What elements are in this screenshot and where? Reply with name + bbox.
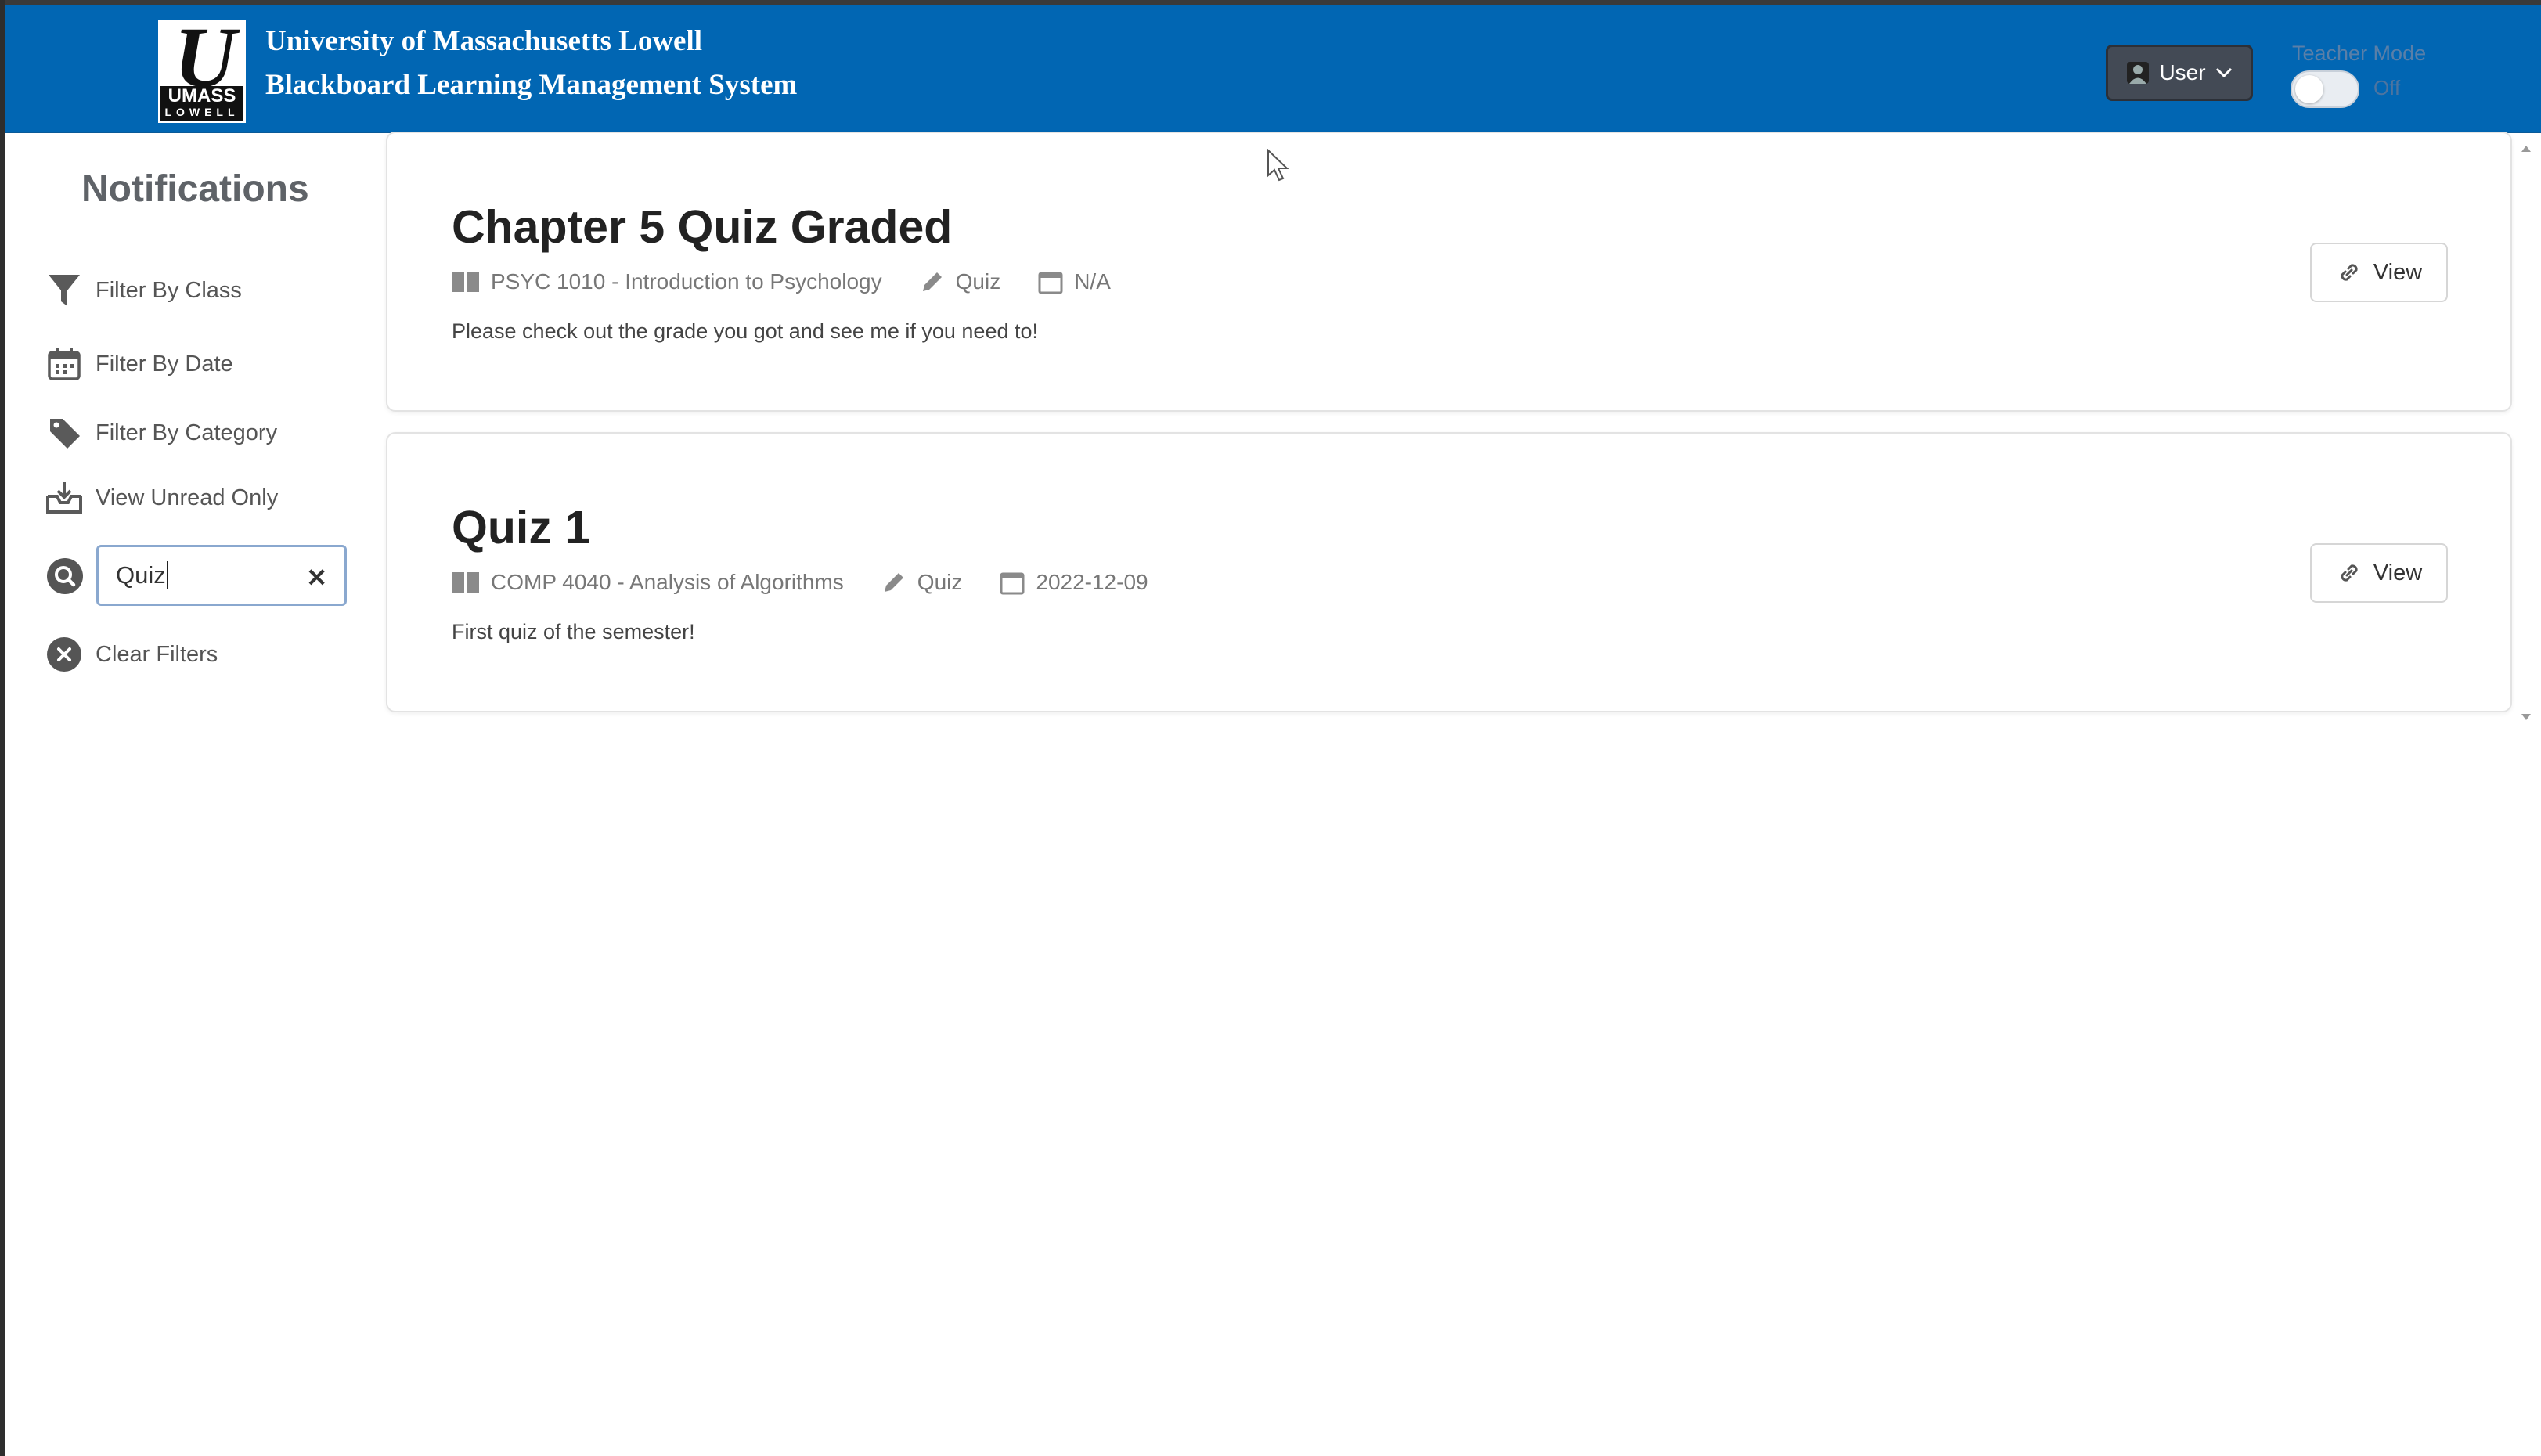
notification-category: Quiz xyxy=(955,269,1001,294)
link-icon xyxy=(2341,264,2358,281)
header-title-line1: University of Massachusetts Lowell xyxy=(265,25,703,57)
teacher-mode-label: Teacher Mode xyxy=(2292,41,2427,65)
book-icon xyxy=(452,272,479,292)
app-header: U UMASS LOWELL University of Massachusett… xyxy=(5,5,2541,133)
calendar-icon xyxy=(1038,272,1063,294)
notification-date: 2022-12-09 xyxy=(1036,570,1148,594)
view-button[interactable]: View xyxy=(2310,243,2448,302)
book-icon xyxy=(452,572,479,593)
clear-search-icon[interactable]: ✕ xyxy=(306,563,327,593)
pencil-icon xyxy=(884,573,903,592)
notification-meta: COMP 4040 - Analysis of Algorithms Quiz … xyxy=(452,570,1186,595)
teacher-mode-state: Off xyxy=(2373,76,2401,99)
content-scrollbar[interactable] xyxy=(2518,135,2535,730)
teacher-mode-toggle[interactable] xyxy=(2291,70,2359,108)
view-unread-only-label: View Unread Only xyxy=(96,485,279,510)
funnel-icon xyxy=(45,272,83,309)
notification-meta: PSYC 1010 - Introduction to Psychology Q… xyxy=(452,269,1148,294)
calendar-icon xyxy=(45,345,83,383)
link-icon xyxy=(2341,564,2358,582)
filter-by-date-label: Filter By Date xyxy=(96,351,233,377)
view-button-label: View xyxy=(2373,259,2423,285)
filter-by-date[interactable]: Filter By Date xyxy=(45,342,359,386)
close-circle-icon xyxy=(45,636,83,673)
window-top-border xyxy=(0,0,2541,5)
notification-category: Quiz xyxy=(917,570,963,594)
search-input-value: Quiz xyxy=(116,561,166,589)
header-title-line2: Blackboard Learning Management System xyxy=(265,69,798,101)
clear-filters-button[interactable]: Clear Filters xyxy=(45,632,359,676)
filter-by-category-label: Filter By Category xyxy=(96,420,278,445)
notification-title: Chapter 5 Quiz Graded xyxy=(452,201,953,253)
notification-description: Please check out the grade you got and s… xyxy=(452,319,1038,343)
mouse-cursor-icon xyxy=(1267,148,1290,186)
toggle-knob xyxy=(2295,75,2323,103)
notification-date: N/A xyxy=(1074,269,1111,294)
sidebar-title: Notifications xyxy=(81,168,309,210)
text-caret xyxy=(166,561,168,589)
chevron-down-icon xyxy=(2215,67,2232,78)
notification-card: Quiz 1 COMP 4040 - Analysis of Algorithm… xyxy=(386,432,2512,712)
view-button-label: View xyxy=(2373,560,2423,586)
notification-title: Quiz 1 xyxy=(452,502,591,553)
search-input[interactable]: Quiz ✕ xyxy=(96,545,347,606)
pencil-icon xyxy=(922,272,942,291)
notification-card: Chapter 5 Quiz Graded PSYC 1010 - Introd… xyxy=(386,132,2512,412)
filter-by-category[interactable]: Filter By Category xyxy=(45,411,359,455)
umass-logo: U UMASS LOWELL xyxy=(158,14,246,123)
window-left-border xyxy=(0,0,5,1456)
view-unread-only[interactable]: View Unread Only xyxy=(45,476,359,520)
clear-filters-label: Clear Filters xyxy=(96,641,218,667)
calendar-icon xyxy=(1000,572,1025,595)
filter-by-class[interactable]: Filter By Class xyxy=(45,268,359,312)
notification-course: PSYC 1010 - Introduction to Psychology xyxy=(491,269,882,294)
user-menu-label: User xyxy=(2159,60,2206,85)
user-menu-button[interactable]: User xyxy=(2106,45,2253,101)
user-avatar-icon xyxy=(2127,62,2150,84)
search-icon xyxy=(46,557,84,595)
notification-description: First quiz of the semester! xyxy=(452,620,695,643)
tag-icon xyxy=(45,414,83,452)
view-button[interactable]: View xyxy=(2310,543,2448,603)
inbox-download-icon xyxy=(45,479,83,517)
notification-course: COMP 4040 - Analysis of Algorithms xyxy=(491,570,844,594)
filter-by-class-label: Filter By Class xyxy=(96,277,242,303)
